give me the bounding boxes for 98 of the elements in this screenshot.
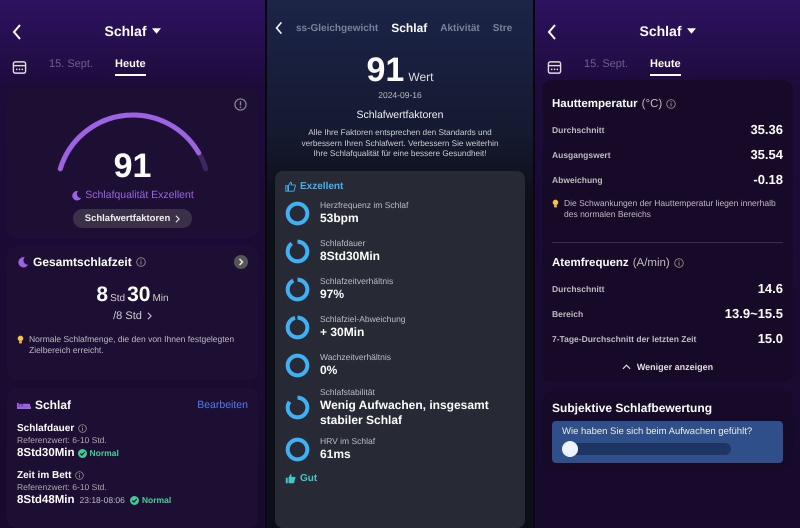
moon-icon xyxy=(71,190,82,200)
category-tab[interactable]: Schlaf xyxy=(391,21,428,35)
row-label: Durchschnitt xyxy=(552,124,604,134)
info-icon[interactable] xyxy=(666,99,676,109)
quality-label: Schlafqualität Exzellent xyxy=(85,189,194,201)
row-value: 35.36 xyxy=(750,122,783,137)
metric-label: Schlafdauer xyxy=(17,423,74,434)
status-label: Normal xyxy=(90,448,119,458)
edit-link[interactable]: Bearbeiten xyxy=(197,399,248,411)
caret-icon[interactable] xyxy=(152,28,160,34)
date-tab[interactable]: Heute xyxy=(650,58,681,76)
chevron-right-icon[interactable] xyxy=(146,312,152,320)
description-text: Alle Ihre Faktoren entsprechen den Standards und verbessern Ihren Schlafwert. Verbessern Sie weiterhin Ihre Schlafqualität für eine bessere Gesundheit! xyxy=(300,128,500,160)
bed-icon xyxy=(17,400,31,410)
sleep-score: 91 xyxy=(114,149,152,183)
factor-label: Schlafziel-Abweichung xyxy=(320,314,406,324)
time-range: 23:18-08:06 xyxy=(80,495,125,505)
factor-value: 61ms xyxy=(320,447,352,462)
card-title: Gesamtschlafzeit xyxy=(33,255,132,269)
group-title: Gut xyxy=(300,472,318,484)
bulb-icon xyxy=(17,335,24,344)
goal-link[interactable]: /8 Std xyxy=(113,310,142,322)
reference-text: Referenzwert: 6-10 Std. xyxy=(17,482,108,492)
unit-label: (°C) xyxy=(642,98,662,110)
factor-label: HRV im Schlaf xyxy=(320,436,376,446)
score-unit: Wert xyxy=(408,70,434,84)
category-tab[interactable]: Aktivität xyxy=(440,22,480,34)
hours-value: 8 xyxy=(96,283,108,307)
factor-label: Schlafdauer xyxy=(320,238,366,248)
factor-label: Schlafzeitverhältnis xyxy=(320,276,394,286)
show-less-button[interactable]: Weniger anzeigen xyxy=(616,361,720,374)
section-title: Hauttemperatur xyxy=(552,98,638,110)
factor-value: 0% xyxy=(320,363,338,378)
reference-text: Referenzwert: 6-10 Std. xyxy=(17,435,108,445)
minutes-unit: Min xyxy=(152,293,169,304)
info-icon[interactable] xyxy=(136,257,146,267)
card-title: Schlaf xyxy=(35,398,72,412)
unit-label: (A/min) xyxy=(632,257,670,270)
back-icon[interactable] xyxy=(547,24,557,40)
section-title: Subjektive Schlafbewertung xyxy=(552,401,714,416)
hours-unit: Std xyxy=(110,293,126,304)
category-tab[interactable]: ss-Gleichgewicht xyxy=(296,22,378,34)
factor-label: Schlafstabilität xyxy=(320,386,376,397)
row-value: 13.9~15.5 xyxy=(724,306,783,322)
info-icon[interactable] xyxy=(75,471,84,480)
factor-value: 8Std30Min xyxy=(320,249,380,264)
check-icon xyxy=(78,448,87,458)
metric-label: Zeit im Bett xyxy=(17,470,72,481)
row-value: -0.18 xyxy=(753,172,783,187)
row-value: 35.54 xyxy=(750,147,783,162)
category-tab[interactable]: Stre xyxy=(492,22,512,34)
back-icon[interactable] xyxy=(12,24,22,40)
rating-slider[interactable] xyxy=(562,443,731,456)
moon-icon xyxy=(17,256,29,268)
slider-thumb[interactable] xyxy=(562,441,578,458)
section-title: Schlafwertfaktoren xyxy=(356,109,444,121)
chevron-right-icon xyxy=(175,214,180,222)
factors-button[interactable]: Schlafwertfaktoren xyxy=(72,209,192,228)
date-tab[interactable]: Heute xyxy=(115,58,146,76)
chevron-up-icon xyxy=(622,364,631,370)
bulb-icon xyxy=(552,199,559,208)
factor-label: Herzfrequenz im Schlaf xyxy=(320,200,408,210)
section-title: Atemfrequenz xyxy=(552,257,629,270)
row-label: Bereich xyxy=(552,308,584,319)
info-icon[interactable] xyxy=(674,258,684,268)
minutes-value: 30 xyxy=(127,283,150,307)
thumbs-up-icon xyxy=(285,180,296,192)
calendar-icon[interactable] xyxy=(12,60,27,74)
row-label: Ausgangswert xyxy=(552,150,611,160)
status-label: Normal xyxy=(142,495,172,505)
row-label: Durchschnitt xyxy=(552,284,604,294)
info-icon[interactable] xyxy=(234,98,247,111)
factor-label: Wachzeitverhältnis xyxy=(320,352,392,362)
tip-text: Die Schwankungen der Hauttemperatur liegen innerhalb des normalen Bereichs xyxy=(564,198,777,220)
group-title: Exzellent xyxy=(300,180,344,192)
thumbs-up-icon xyxy=(285,472,296,484)
row-label: Abweichung xyxy=(552,174,603,184)
factor-value: 53bpm xyxy=(320,211,360,226)
screen-title[interactable]: Schlaf xyxy=(639,23,682,39)
factor-value: 97% xyxy=(320,287,346,302)
factor-value: + 30Min xyxy=(320,325,366,340)
caret-icon[interactable] xyxy=(686,28,696,34)
info-icon[interactable] xyxy=(78,424,88,433)
calendar-icon[interactable] xyxy=(547,60,562,74)
row-value: 15.0 xyxy=(758,331,783,346)
chevron-button-icon[interactable] xyxy=(234,255,248,269)
tip-text: Normale Schlafmenge, die den von Ihnen festgelegten Zielbereich erreicht. xyxy=(29,334,236,356)
factor-value: Wenig Aufwachen, insgesamt stabiler Schlaf xyxy=(320,398,490,428)
back-icon[interactable] xyxy=(275,21,283,35)
row-value: 14.6 xyxy=(758,281,783,296)
screen-title[interactable]: Schlaf xyxy=(104,23,146,39)
metric-value: 8Std30Min xyxy=(17,447,75,459)
row-label: 7-Tage-Durchschnitt der letzten Zeit xyxy=(552,334,696,344)
metric-value: 8Std48Min xyxy=(17,494,75,506)
question-text: Wie haben Sie sich beim Aufwachen gefühlt? xyxy=(562,426,754,438)
score-date: 2024-09-16 xyxy=(377,90,423,100)
sleep-score: 91 xyxy=(366,52,404,88)
check-icon xyxy=(130,496,139,504)
